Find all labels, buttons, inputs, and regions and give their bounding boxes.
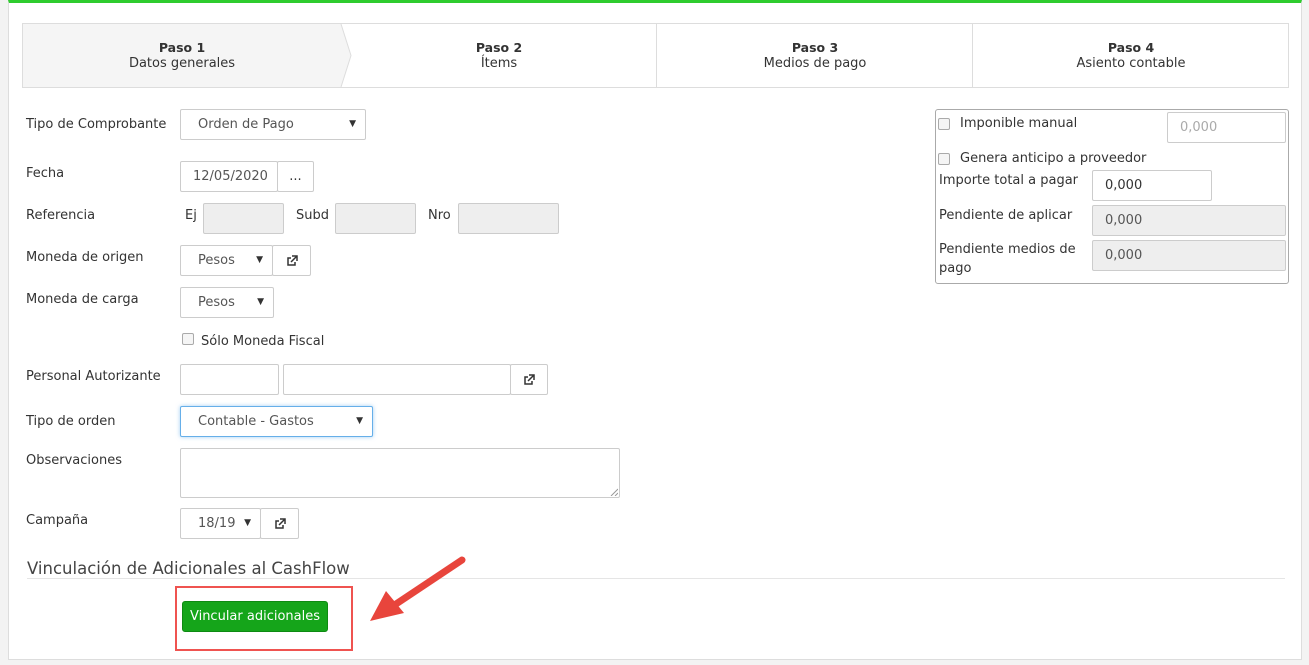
importe-total-label: Importe total a pagar xyxy=(939,173,1079,188)
moneda-origen-label: Moneda de origen xyxy=(26,250,144,265)
select-value: 18/19 xyxy=(198,516,236,531)
wizard-step-1[interactable]: Paso 1 Datos generales xyxy=(23,24,341,87)
caret-down-icon: ▼ xyxy=(244,518,251,528)
step-subtitle: Medios de pago xyxy=(763,56,867,71)
campana-select[interactable]: 18/19 ▼ xyxy=(180,508,261,539)
external-link-icon xyxy=(286,254,298,266)
tipo-orden-select[interactable]: Contable - Gastos ▼ xyxy=(180,406,373,437)
select-value: Contable - Gastos xyxy=(198,414,314,429)
ej-input[interactable] xyxy=(203,203,284,234)
moneda-origen-select[interactable]: Pesos ▼ xyxy=(180,245,273,276)
external-link-icon xyxy=(274,517,286,529)
main-panel: Paso 1 Datos generales Paso 2 Ítems Paso… xyxy=(8,0,1302,660)
nro-input[interactable] xyxy=(458,203,559,234)
moneda-origen-open-button[interactable] xyxy=(272,245,311,276)
subd-label: Subd xyxy=(296,208,329,223)
personal-codigo-input[interactable] xyxy=(180,364,279,395)
solo-moneda-fiscal-label: Sólo Moneda Fiscal xyxy=(201,334,325,349)
moneda-carga-label: Moneda de carga xyxy=(26,292,139,307)
pendiente-medios-label-1: Pendiente medios de xyxy=(939,242,1076,257)
step-title: Paso 4 xyxy=(1107,40,1155,55)
importe-total-input[interactable]: 0,000 xyxy=(1092,170,1212,201)
select-value: Pesos xyxy=(198,253,235,268)
section-divider xyxy=(27,578,1285,579)
genera-anticipo-checkbox[interactable] xyxy=(938,153,950,165)
subd-input[interactable] xyxy=(335,203,416,234)
input-value: 12/05/2020 xyxy=(193,169,268,184)
imponible-manual-checkbox[interactable] xyxy=(938,118,950,130)
tipo-comprobante-label: Tipo de Comprobante xyxy=(26,117,167,132)
pendiente-aplicar-label: Pendiente de aplicar xyxy=(939,208,1073,223)
pendiente-medios-input: 0,000 xyxy=(1092,240,1286,271)
pendiente-medios-label-2: pago xyxy=(939,261,972,276)
resize-handle-icon[interactable] xyxy=(610,488,618,496)
step-title: Paso 2 xyxy=(475,40,523,55)
campana-open-button[interactable] xyxy=(260,508,299,539)
input-value: 0,000 xyxy=(1105,213,1143,228)
genera-anticipo-label: Genera anticipo a proveedor xyxy=(960,151,1147,166)
vinculacion-title: Vinculación de Adicionales al CashFlow xyxy=(27,559,350,578)
caret-down-icon: ▼ xyxy=(356,416,363,426)
step-subtitle: Datos generales xyxy=(128,56,236,71)
personal-open-button[interactable] xyxy=(510,364,548,395)
button-label: Vincular adicionales xyxy=(189,609,321,624)
referencia-label: Referencia xyxy=(26,208,96,223)
fecha-picker-button[interactable]: ... xyxy=(277,161,314,192)
select-value: Orden de Pago xyxy=(198,117,294,132)
moneda-carga-select[interactable]: Pesos ▼ xyxy=(180,287,274,318)
input-value: 0,000 xyxy=(1105,248,1143,263)
personal-nombre-input[interactable] xyxy=(283,364,511,395)
imponible-manual-input[interactable]: 0,000 xyxy=(1167,112,1286,143)
campana-label: Campaña xyxy=(26,513,89,528)
wizard-step-2[interactable]: Paso 2 Ítems xyxy=(341,24,657,87)
input-value: 0,000 xyxy=(1105,178,1143,193)
step-subtitle: Asiento contable xyxy=(1076,56,1186,71)
nro-label: Nro xyxy=(428,208,451,223)
select-value: Pesos xyxy=(198,295,235,310)
fecha-label: Fecha xyxy=(26,166,65,181)
button-label: ... xyxy=(289,169,302,184)
step-title: Paso 1 xyxy=(158,40,206,55)
fecha-input[interactable]: 12/05/2020 xyxy=(180,161,278,192)
observaciones-textarea[interactable] xyxy=(180,448,620,498)
external-link-icon xyxy=(524,373,535,385)
caret-down-icon: ▼ xyxy=(256,255,263,265)
pendiente-aplicar-input: 0,000 xyxy=(1092,205,1286,236)
caret-down-icon: ▼ xyxy=(257,297,264,307)
wizard-steps: Paso 1 Datos generales Paso 2 Ítems Paso… xyxy=(22,23,1289,88)
personal-autorizante-label: Personal Autorizante xyxy=(26,369,161,384)
tipo-comprobante-select[interactable]: Orden de Pago ▼ xyxy=(180,109,366,140)
caret-down-icon: ▼ xyxy=(349,119,356,129)
solo-moneda-fiscal-checkbox[interactable] xyxy=(182,333,194,345)
imponible-manual-label: Imponible manual xyxy=(960,116,1078,131)
wizard-step-3[interactable]: Paso 3 Medios de pago xyxy=(657,24,973,87)
observaciones-label: Observaciones xyxy=(26,453,122,468)
red-arrow-annotation xyxy=(370,556,466,621)
input-value: 0,000 xyxy=(1180,120,1218,135)
tipo-orden-label: Tipo de orden xyxy=(26,414,116,429)
vincular-adicionales-button[interactable]: Vincular adicionales xyxy=(182,601,328,632)
step-subtitle: Ítems xyxy=(480,56,518,71)
summary-box: Imponible manual 0,000 Genera anticipo a… xyxy=(935,109,1289,284)
ej-label: Ej xyxy=(185,208,197,223)
wizard-step-4[interactable]: Paso 4 Asiento contable xyxy=(973,24,1289,87)
step-title: Paso 3 xyxy=(791,40,839,55)
